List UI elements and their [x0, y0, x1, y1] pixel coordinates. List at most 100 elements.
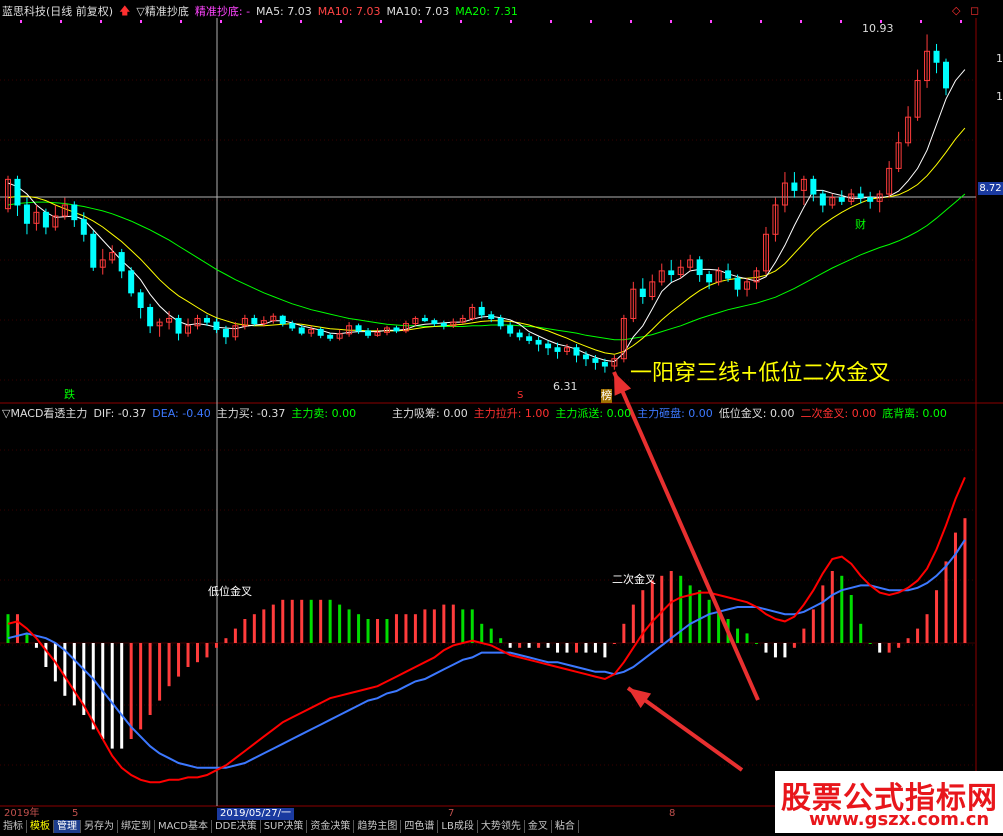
candle-body-33 [317, 328, 324, 336]
arrow-to-macd-head [628, 688, 652, 709]
macd-bar-7 [72, 643, 76, 706]
signal-dot-1-1 [300, 20, 302, 23]
signal-dot-2-1 [550, 20, 552, 23]
macd-bar-23 [224, 638, 228, 643]
candle-body-13 [128, 270, 135, 294]
macd-bar-90 [859, 623, 863, 643]
tab-9[interactable]: 趋势主图 [354, 820, 402, 833]
macd-header-right: 主力吸筹: 0.00 主力拉升: 1.00 主力派送: 0.00 主力砸盘: 0… [392, 406, 953, 420]
candle-body-86 [819, 193, 826, 206]
tab-3[interactable]: 另存为 [81, 820, 118, 833]
signal-dot-0-2 [100, 20, 102, 23]
candle-body-85 [810, 178, 817, 195]
tab-12[interactable]: 大势领先 [478, 820, 525, 833]
stock-title[interactable]: 蓝思科技(日线 前复权) [2, 3, 113, 19]
macd-bar-35 [338, 604, 342, 643]
ma10-value: MA10: 7.03 [317, 4, 381, 18]
marker-die: 跌 [64, 388, 75, 401]
right-tick-2: 1 [996, 90, 1003, 103]
macd-bar-16 [158, 643, 162, 701]
candle-body-38 [365, 330, 372, 336]
tab-5[interactable]: MACD基本 [155, 820, 212, 833]
macd-bar-14 [139, 643, 143, 730]
tab-0[interactable]: 指标 [0, 820, 27, 833]
candle-body-56 [535, 339, 542, 345]
candle-body-31 [298, 327, 305, 334]
macd-bar-11 [110, 643, 114, 749]
tab-2[interactable]: 管理 [54, 820, 81, 833]
tab-4[interactable]: 绑定到 [118, 820, 155, 833]
low-price-label: 6.31 [553, 380, 578, 393]
macd-bar-22 [214, 643, 218, 648]
macd-bar-86 [821, 585, 825, 643]
macd-bar-31 [300, 599, 304, 643]
tab-10[interactable]: 四色谱 [401, 820, 439, 833]
candle-body-1 [14, 178, 21, 206]
indicator-tab-bar: 指标 模板 管理 另存为 绑定到 MACD基本 DDE决策 SUP决策 资金决策 趋势主图 四色谱 L… [0, 820, 579, 833]
signal-dot-0-4 [180, 20, 182, 23]
toggle-icon[interactable]: ◻ [970, 4, 979, 18]
macd-bar-54 [518, 643, 522, 648]
tab-14[interactable]: 粘合 [552, 820, 579, 833]
macd-bar-19 [186, 643, 190, 667]
signal-dot-2-4 [670, 20, 672, 23]
candle-body-88 [838, 197, 845, 202]
tab-1[interactable]: 模板 [27, 820, 54, 833]
candle-body-14 [137, 292, 144, 308]
ma5-value: MA5: 7.03 [256, 4, 312, 18]
macd-bar-4 [44, 643, 48, 667]
candle-body-22 [213, 321, 220, 330]
paisong-value: 主力派送: 0.00 [555, 407, 632, 420]
signal-dot-1-2 [340, 20, 342, 23]
arrow-to-candle-head [614, 372, 632, 396]
price-panel [5, 34, 966, 373]
annotations [612, 371, 760, 772]
candle-body-70 [668, 270, 675, 276]
macd-header: ▽MACD看透主力 DIF: -0.37 DEA: -0.40 主力买: -0.… [0, 405, 362, 421]
tab-11[interactable]: LB成段 [438, 820, 478, 833]
macd-bar-97 [925, 614, 929, 643]
candle-body-90 [857, 193, 864, 199]
signal-dot-3-2 [840, 20, 842, 23]
x-label-may: 5 [72, 808, 79, 819]
x-label-year: 2019年 [4, 808, 40, 819]
macd-bar-15 [148, 643, 152, 715]
macd-bar-58 [556, 643, 560, 653]
macd-bar-33 [319, 599, 323, 643]
signal-dot-0-5 [220, 20, 222, 23]
macd-bar-34 [328, 599, 332, 643]
tab-7[interactable]: SUP决策 [261, 820, 308, 833]
macd-bar-48 [461, 609, 465, 643]
macd-bar-3 [34, 643, 38, 648]
candle-body-18 [175, 317, 182, 334]
indicator-name[interactable]: ▽精准抄底 [136, 3, 188, 19]
strategy-annotation: 一阳穿三线+低位二次金叉 [630, 361, 891, 386]
macd-bar-59 [565, 643, 569, 653]
chart-window[interactable]: 蓝思科技(日线 前复权) 🡅 ▽精准抄底 精准抄底: - MA5: 7.03 M… [0, 0, 1003, 833]
dwjc-value: 低位金叉: 0.00 [718, 407, 795, 420]
candle-body-58 [554, 347, 561, 352]
macd-bar-39 [376, 619, 380, 643]
candle-body-8 [80, 219, 87, 235]
candle-body-98 [933, 50, 940, 63]
signal-dot-2-2 [590, 20, 592, 23]
candle-body-51 [488, 314, 495, 319]
high-price-label: 10.93 [862, 22, 894, 35]
price-header: 蓝思科技(日线 前复权) 🡅 ▽精准抄底 精准抄底: - MA5: 7.03 M… [0, 3, 524, 19]
macd-bar-30 [290, 599, 294, 643]
marker-cai: 财 [855, 218, 866, 231]
macd-bar-2 [25, 633, 29, 643]
macd-bar-65 [622, 623, 626, 643]
macd-bar-9 [91, 643, 95, 730]
diamond-icon[interactable]: ◇ [952, 4, 960, 18]
macd-name[interactable]: ▽MACD看透主力 [2, 405, 87, 421]
tab-6[interactable]: DDE决策 [212, 820, 261, 833]
macd-bar-18 [177, 643, 181, 677]
candle-body-73 [696, 259, 703, 276]
macd-bar-79 [755, 643, 759, 644]
macd-bar-68 [650, 580, 654, 643]
tab-13[interactable]: 金叉 [525, 820, 552, 833]
macd-bar-64 [612, 643, 616, 644]
tab-8[interactable]: 资金决策 [307, 820, 355, 833]
macd-bar-66 [631, 604, 635, 643]
